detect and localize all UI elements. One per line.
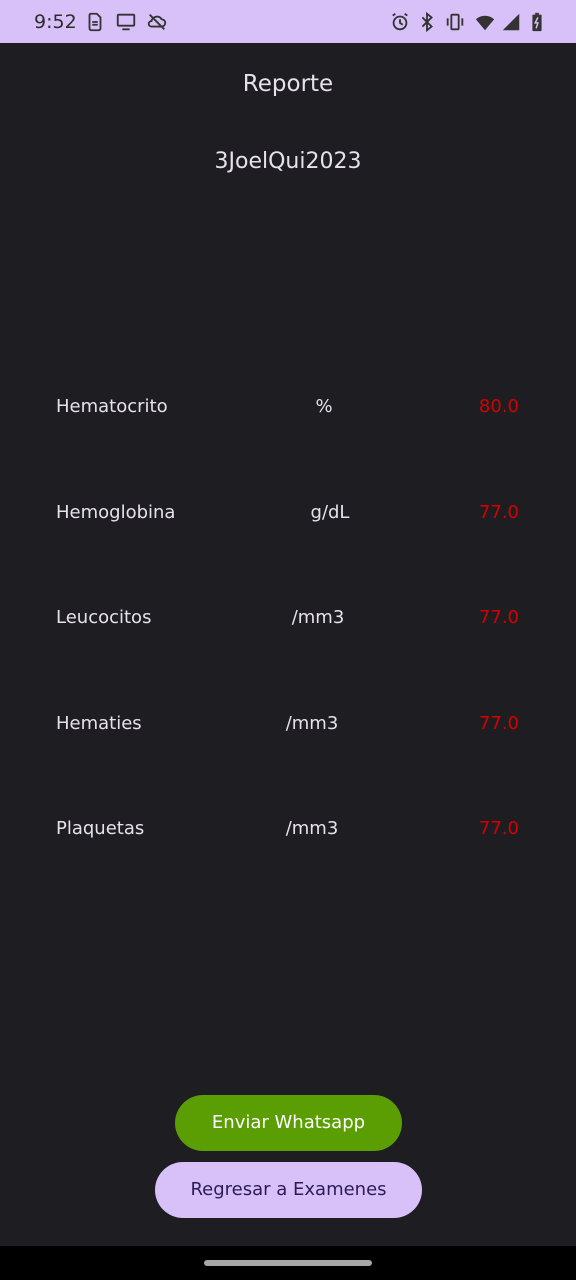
result-unit: /mm3 [285,818,339,839]
send-whatsapp-button[interactable]: Enviar Whatsapp [175,1095,402,1151]
result-unit: % [315,396,333,417]
result-unit: g/dL [310,502,350,523]
result-unit: /mm3 [291,607,345,628]
home-handle[interactable] [204,1260,372,1266]
status-bar: 9:52 [0,0,576,43]
result-name: Hematocrito [56,396,168,417]
cast-icon [115,11,137,33]
result-row-leucocitos: Leucocitos /mm3 77.0 [0,603,576,633]
back-to-exams-button[interactable]: Regresar a Examenes [155,1162,422,1218]
result-name: Hemoglobina [56,502,176,523]
status-time: 9:52 [34,11,77,33]
navigation-bar [0,1246,576,1280]
result-value: 77.0 [478,818,519,839]
sim-icon [84,11,106,33]
result-name: Hematies [56,713,142,734]
battery-icon [526,11,548,33]
vibrate-icon [444,11,466,33]
result-row-hemoglobina: Hemoglobina g/dL 77.0 [0,498,576,528]
result-value: 77.0 [478,713,519,734]
signal-icon [500,11,522,33]
result-name: Plaquetas [56,818,145,839]
bluetooth-icon [416,11,438,33]
result-value: 77.0 [478,607,519,628]
alarm-icon [389,11,411,33]
result-row-hematocrito: Hematocrito % 80.0 [0,392,576,422]
report-code: 3JoelQui2023 [214,149,362,174]
result-name: Leucocitos [56,607,152,628]
result-row-hematies: Hematies /mm3 77.0 [0,709,576,739]
result-row-plaquetas: Plaquetas /mm3 77.0 [0,814,576,844]
result-unit: /mm3 [285,713,339,734]
result-value: 80.0 [478,396,519,417]
cloud-off-icon [146,11,168,33]
result-value: 77.0 [478,502,519,523]
wifi-icon [474,11,496,33]
page-title: Reporte [242,71,334,97]
